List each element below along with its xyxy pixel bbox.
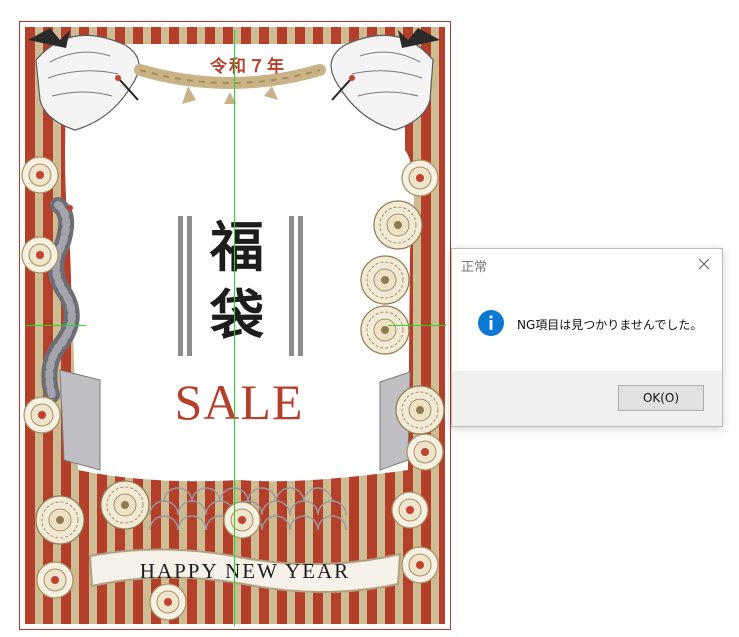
dialog-footer: OK(O)	[452, 371, 722, 426]
dialog-title: 正常	[461, 260, 488, 275]
title-bar-left-inner	[187, 216, 192, 356]
era-year-text: 令和７年	[210, 57, 286, 77]
info-icon	[478, 310, 504, 336]
dialog-message: NG項目は見つかりませんでした。	[517, 318, 703, 332]
title-bar-right-inner	[289, 216, 294, 356]
happy-new-year-label: HAPPY NEW YEAR	[140, 559, 350, 583]
guide-line-right	[388, 325, 446, 326]
guide-line-vertical	[234, 30, 235, 626]
title-bar-left	[178, 216, 183, 356]
close-icon[interactable]	[692, 252, 716, 276]
happy-new-year-text: HAPPY NEW YEAR	[140, 559, 350, 583]
ok-button[interactable]: OK(O)	[618, 385, 704, 411]
dialog-body: NG項目は見つかりませんでした。	[452, 287, 722, 371]
sale-text: SALE	[174, 374, 304, 430]
fukubukuro-title: 福袋	[210, 215, 264, 347]
message-dialog: 正常 NG項目は見つかりませんでした。 OK(O)	[451, 248, 723, 427]
guide-line-left	[26, 325, 86, 326]
title-bar-right	[298, 216, 303, 356]
